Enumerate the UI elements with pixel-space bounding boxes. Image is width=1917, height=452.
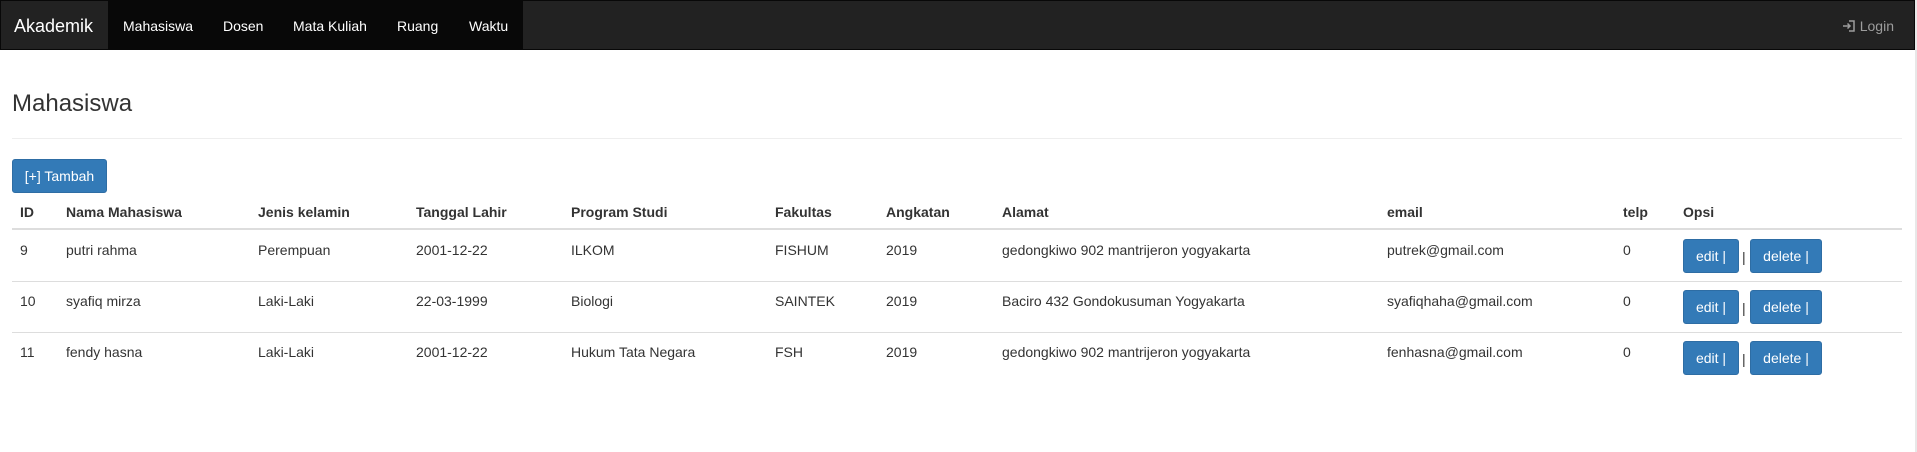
delete-button[interactable]: delete | [1750, 290, 1822, 324]
nav-item-waktu[interactable]: Waktu [469, 1, 508, 51]
cell-telp: 0 [1623, 242, 1631, 258]
cell-email: putrek@gmail.com [1387, 242, 1504, 258]
cell-email: syafiqhaha@gmail.com [1387, 293, 1533, 309]
cell-alamat: gedongkiwo 902 mantrijeron yogyakarta [1002, 242, 1251, 258]
cell-tanggal-lahir: 2001-12-22 [416, 242, 488, 258]
header-jenis-kelamin: Jenis kelamin [258, 204, 350, 220]
cell-fakultas: SAINTEK [775, 293, 835, 309]
row-divider [12, 332, 1902, 333]
title-divider [12, 138, 1902, 139]
cell-jenis-kelamin: Perempuan [258, 242, 331, 258]
cell-angkatan: 2019 [886, 344, 918, 360]
header-opsi: Opsi [1683, 204, 1715, 220]
cell-jenis-kelamin: Laki-Laki [258, 293, 315, 309]
add-student-button[interactable]: [+] Tambah [12, 159, 107, 193]
cell-telp: 0 [1623, 293, 1631, 309]
edit-button[interactable]: edit | [1683, 239, 1739, 273]
cell-id: 10 [20, 293, 36, 309]
separator: | [1742, 351, 1746, 367]
cell-nama: fendy hasna [66, 344, 143, 360]
cell-angkatan: 2019 [886, 242, 918, 258]
header-program-studi: Program Studi [571, 204, 668, 220]
delete-button[interactable]: delete | [1750, 341, 1822, 375]
login-label: Login [1859, 18, 1894, 34]
cell-program-studi: Biologi [571, 293, 614, 309]
header-nama: Nama Mahasiswa [66, 204, 182, 220]
delete-button[interactable]: delete | [1750, 239, 1822, 273]
login-link[interactable]: Login [1842, 1, 1894, 51]
cell-fakultas: FISHUM [775, 242, 829, 258]
nav-item-mata-kuliah[interactable]: Mata Kuliah [293, 1, 367, 51]
sign-in-icon [1842, 20, 1855, 32]
cell-email: fenhasna@gmail.com [1387, 344, 1523, 360]
header-id: ID [20, 204, 34, 220]
cell-program-studi: ILKOM [571, 242, 615, 258]
header-fakultas: Fakultas [775, 204, 832, 220]
cell-tanggal-lahir: 22-03-1999 [416, 293, 488, 309]
row-divider [12, 281, 1902, 282]
header-telp: telp [1623, 204, 1648, 220]
cell-program-studi: Hukum Tata Negara [571, 344, 696, 360]
header-email: email [1387, 204, 1423, 220]
edit-button[interactable]: edit | [1683, 341, 1739, 375]
header-tanggal-lahir: Tanggal Lahir [416, 204, 507, 220]
cell-telp: 0 [1623, 344, 1631, 360]
page-title: Mahasiswa [12, 90, 133, 117]
cell-alamat: gedongkiwo 902 mantrijeron yogyakarta [1002, 344, 1251, 360]
header-alamat: Alamat [1002, 204, 1049, 220]
nav-item-ruang[interactable]: Ruang [397, 1, 438, 51]
cell-fakultas: FSH [775, 344, 803, 360]
navbar: Akademik Mahasiswa Dosen Mata Kuliah Rua… [0, 0, 1915, 50]
cell-id: 9 [20, 242, 28, 258]
brand-link[interactable]: Akademik [1, 1, 106, 51]
table-header-border [12, 228, 1902, 230]
header-angkatan: Angkatan [886, 204, 950, 220]
edit-button[interactable]: edit | [1683, 290, 1739, 324]
cell-angkatan: 2019 [886, 293, 918, 309]
separator: | [1742, 300, 1746, 316]
cell-id: 11 [20, 344, 35, 360]
cell-nama: syafiq mirza [66, 293, 141, 309]
cell-alamat: Baciro 432 Gondokusuman Yogyakarta [1002, 293, 1245, 309]
cell-jenis-kelamin: Laki-Laki [258, 344, 315, 360]
separator: | [1742, 249, 1746, 265]
cell-tanggal-lahir: 2001-12-22 [416, 344, 488, 360]
nav-item-dosen[interactable]: Dosen [223, 1, 263, 51]
cell-nama: putri rahma [66, 242, 137, 258]
nav-item-mahasiswa[interactable]: Mahasiswa [123, 1, 193, 51]
